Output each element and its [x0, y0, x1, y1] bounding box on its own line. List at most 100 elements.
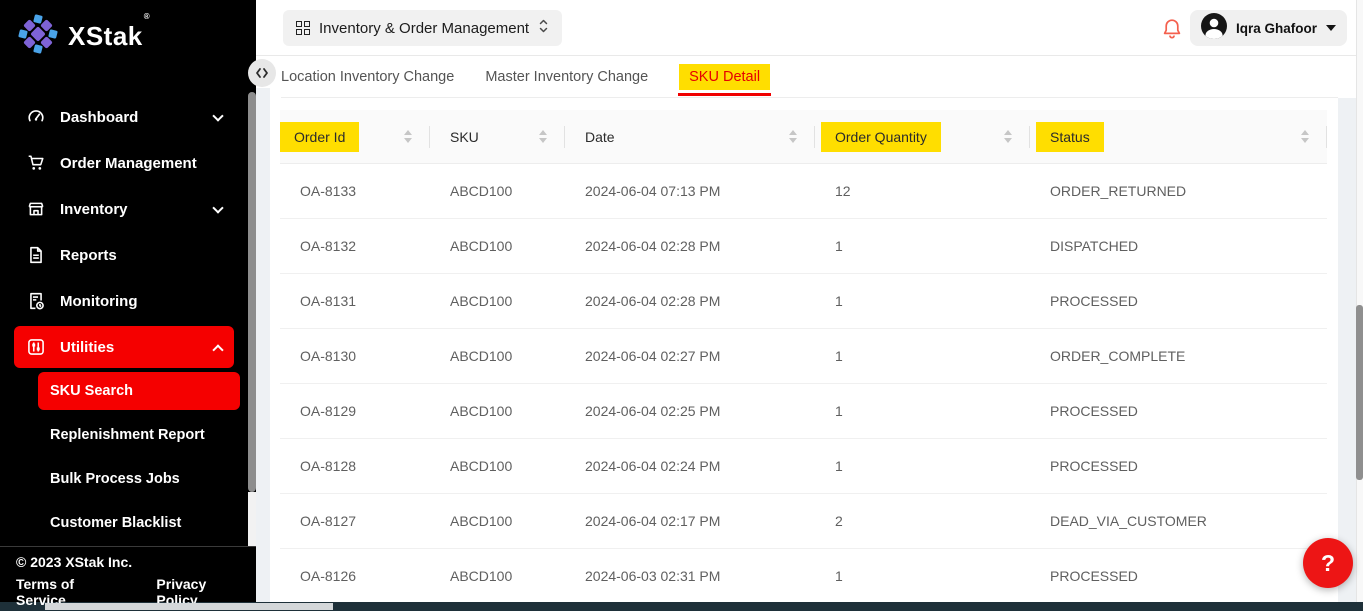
- cell-order-quantity: 1: [815, 219, 1030, 273]
- horizontal-scrollbar-thumb[interactable]: [45, 603, 333, 610]
- cell-order-id: OA-8126: [280, 549, 430, 603]
- cell-status: ORDER_COMPLETE: [1030, 329, 1327, 383]
- tab-label: SKU Detail: [679, 64, 770, 90]
- sidebar-item-label: Monitoring: [60, 293, 137, 310]
- xstak-logo: XStak®: [18, 14, 149, 59]
- table-row: OA-8130 ABCD100 2024-06-04 02:27 PM 1 OR…: [280, 329, 1327, 384]
- store-icon: [26, 199, 46, 219]
- cell-order-quantity: 1: [815, 274, 1030, 328]
- sidebar-subitem-customer-blacklist[interactable]: Customer Blacklist: [38, 504, 240, 542]
- cell-order-quantity: 1: [815, 439, 1030, 493]
- caret-down-icon: [1326, 25, 1336, 31]
- sidebar-item-label: Dashboard: [60, 109, 138, 126]
- sidebar: XStak® Dashboard Order Management: [0, 0, 256, 602]
- bell-icon: [1160, 17, 1184, 41]
- cell-sku: ABCD100: [430, 494, 565, 548]
- tab-bar: Location Inventory Change Master Invento…: [281, 56, 770, 97]
- sort-icon: [539, 130, 547, 143]
- cell-order-id: OA-8130: [280, 329, 430, 383]
- registered-mark: ®: [144, 12, 150, 21]
- tab-master-inventory-change[interactable]: Master Inventory Change: [485, 69, 648, 85]
- column-label: SKU: [436, 122, 493, 152]
- subitem-label: Customer Blacklist: [50, 515, 181, 531]
- copyright: © 2023 XStak Inc.: [16, 554, 240, 570]
- monitor-icon: [26, 291, 46, 311]
- table-row: OA-8127 ABCD100 2024-06-04 02:17 PM 2 DE…: [280, 494, 1327, 549]
- column-header-date[interactable]: Date: [565, 110, 815, 163]
- column-label: Date: [571, 122, 629, 152]
- sidebar-item-dashboard[interactable]: Dashboard: [14, 96, 234, 138]
- user-name: Iqra Ghafoor: [1236, 21, 1317, 36]
- sidebar-scrollbar-track: [248, 492, 256, 546]
- avatar: [1201, 13, 1227, 44]
- sidebar-item-utilities[interactable]: Utilities: [14, 326, 234, 368]
- column-header-sku[interactable]: SKU: [430, 110, 565, 163]
- sort-icon: [1004, 130, 1012, 143]
- table-row: OA-8126 ABCD100 2024-06-03 02:31 PM 1 PR…: [280, 549, 1327, 604]
- help-button[interactable]: ?: [1303, 538, 1353, 588]
- subitem-label: Bulk Process Jobs: [50, 471, 180, 487]
- cell-status: PROCESSED: [1030, 274, 1327, 328]
- sort-icon: [404, 130, 412, 143]
- sidebar-subitem-replenishment-report[interactable]: Replenishment Report: [38, 416, 240, 454]
- cell-order-quantity: 12: [815, 164, 1030, 218]
- cell-date: 2024-06-04 02:27 PM: [565, 329, 815, 383]
- cell-date: 2024-06-04 02:24 PM: [565, 439, 815, 493]
- sidebar-item-label: Order Management: [60, 155, 197, 172]
- sidebar-item-label: Reports: [60, 247, 117, 264]
- cell-status: PROCESSED: [1030, 439, 1327, 493]
- column-header-order-id[interactable]: Order Id: [280, 110, 430, 163]
- content-right-gutter: [1338, 98, 1356, 602]
- vertical-scrollbar-thumb[interactable]: [1356, 305, 1363, 480]
- sidebar-collapse-toggle[interactable]: [248, 59, 276, 87]
- vertical-scrollbar-track[interactable]: [1356, 0, 1363, 602]
- sort-icon: [1301, 130, 1309, 143]
- sku-detail-table: Order Id SKU Date Order Quantity Status …: [280, 110, 1327, 604]
- sidebar-item-monitoring[interactable]: Monitoring: [14, 280, 234, 322]
- cell-order-quantity: 2: [815, 494, 1030, 548]
- column-label: Status: [1036, 122, 1104, 152]
- sidebar-item-inventory[interactable]: Inventory: [14, 188, 234, 230]
- sidebar-subitem-sku-search[interactable]: SKU Search: [38, 372, 240, 410]
- sidebar-subitem-bulk-process-jobs[interactable]: Bulk Process Jobs: [38, 460, 240, 498]
- app-switcher-button[interactable]: Inventory & Order Management: [283, 10, 562, 46]
- cell-date: 2024-06-04 02:28 PM: [565, 219, 815, 273]
- cell-status: DISPATCHED: [1030, 219, 1327, 273]
- tab-sku-detail[interactable]: SKU Detail: [679, 64, 770, 90]
- cell-sku: ABCD100: [430, 219, 565, 273]
- sidebar-item-reports[interactable]: Reports: [14, 234, 234, 276]
- cell-status: PROCESSED: [1030, 549, 1327, 603]
- notification-bell-button[interactable]: [1160, 17, 1184, 41]
- chevron-down-icon: [212, 202, 223, 213]
- cell-sku: ABCD100: [430, 329, 565, 383]
- column-header-status[interactable]: Status: [1030, 110, 1327, 163]
- cell-order-quantity: 1: [815, 549, 1030, 603]
- collapse-chevrons-icon: [254, 67, 270, 79]
- logo-text: XStak®: [68, 21, 149, 52]
- table-row: OA-8132 ABCD100 2024-06-04 02:28 PM 1 DI…: [280, 219, 1327, 274]
- sidebar-footer: © 2023 XStak Inc. Terms of Service Priva…: [0, 546, 256, 602]
- top-bar: Inventory & Order Management Iqra Ghafoo…: [256, 0, 1363, 56]
- cell-date: 2024-06-04 02:28 PM: [565, 274, 815, 328]
- sidebar-item-label: Utilities: [60, 339, 114, 356]
- cell-sku: ABCD100: [430, 549, 565, 603]
- user-menu-button[interactable]: Iqra Ghafoor: [1190, 10, 1347, 46]
- cell-order-id: OA-8131: [280, 274, 430, 328]
- cell-order-id: OA-8129: [280, 384, 430, 438]
- table-row: OA-8133 ABCD100 2024-06-04 07:13 PM 12 O…: [280, 164, 1327, 219]
- cell-date: 2024-06-04 02:17 PM: [565, 494, 815, 548]
- cell-order-quantity: 1: [815, 384, 1030, 438]
- column-label: Order Quantity: [821, 122, 941, 152]
- column-label: Order Id: [280, 122, 359, 152]
- report-icon: [26, 245, 46, 265]
- cell-order-id: OA-8127: [280, 494, 430, 548]
- column-header-order-quantity[interactable]: Order Quantity: [815, 110, 1030, 163]
- tab-location-inventory-change[interactable]: Location Inventory Change: [281, 69, 454, 85]
- grid-icon: [296, 21, 310, 35]
- cell-date: 2024-06-04 02:25 PM: [565, 384, 815, 438]
- tab-divider: [281, 97, 1338, 98]
- tab-label: Location Inventory Change: [281, 69, 454, 85]
- sidebar-item-order-management[interactable]: Order Management: [14, 142, 234, 184]
- cart-icon: [26, 153, 46, 173]
- sidebar-scrollbar-thumb[interactable]: [248, 92, 256, 492]
